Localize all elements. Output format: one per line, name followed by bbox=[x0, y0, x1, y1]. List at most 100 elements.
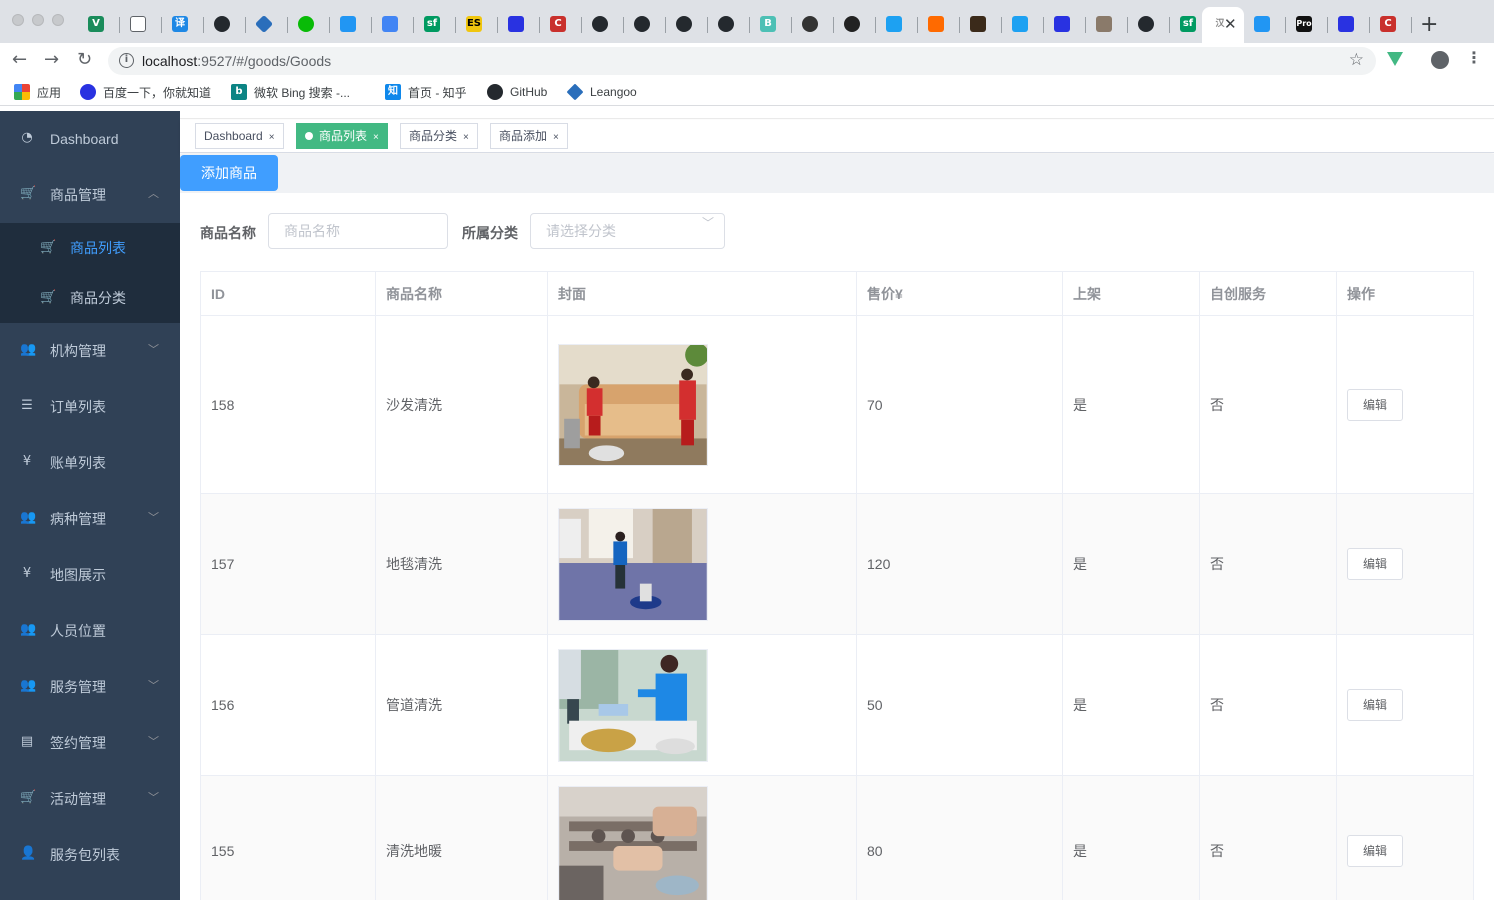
sidebar-item-bills[interactable]: ¥ 账单列表 bbox=[0, 435, 180, 491]
browser-tab[interactable] bbox=[288, 7, 330, 43]
chevron-down-icon: ﹀ bbox=[701, 216, 714, 230]
cell-actions: 编辑 bbox=[1337, 494, 1473, 634]
edit-button[interactable]: 编辑 bbox=[1347, 388, 1403, 421]
table-row: 156 管道清洗 50 是 否 编辑 bbox=[201, 635, 1473, 776]
bookmark-baidu[interactable]: 百度一下，你就知道 bbox=[80, 83, 211, 101]
sidebar-item-staff-location[interactable]: 👥 人员位置 bbox=[0, 603, 180, 659]
goods-name-input[interactable]: 商品名称 bbox=[268, 213, 448, 249]
add-goods-button[interactable]: 添加商品 bbox=[180, 155, 278, 191]
profile-icon[interactable] bbox=[1431, 51, 1449, 69]
pro-icon: Pro bbox=[1296, 16, 1312, 32]
cell-self-created: 否 bbox=[1200, 635, 1337, 775]
browser-tab[interactable] bbox=[246, 7, 288, 43]
reload-icon[interactable]: ↻ bbox=[77, 49, 92, 70]
browser-tab[interactable] bbox=[330, 7, 372, 43]
navbar bbox=[180, 111, 1494, 119]
browser-tab[interactable]: sf bbox=[414, 7, 456, 43]
bookmark-apps[interactable]: 应用 bbox=[14, 83, 61, 101]
browser-tab[interactable] bbox=[204, 7, 246, 43]
vue-devtools-icon[interactable] bbox=[1387, 52, 1403, 66]
sidebar-item-label: 商品分类 bbox=[70, 290, 126, 306]
csdn-icon: C bbox=[1380, 16, 1396, 32]
browser-tab-active[interactable]: 汉 ✕ bbox=[1202, 7, 1244, 43]
browser-tab[interactable] bbox=[792, 7, 834, 43]
forward-arrow-icon[interactable]: → bbox=[44, 49, 59, 70]
browser-tab[interactable] bbox=[666, 7, 708, 43]
browser-tab[interactable]: Pro bbox=[1286, 7, 1328, 43]
more-menu-icon[interactable]: ⋮ bbox=[1466, 48, 1482, 67]
browser-tab[interactable]: 译 bbox=[162, 7, 204, 43]
edit-button[interactable]: 编辑 bbox=[1347, 834, 1403, 867]
close-icon[interactable]: ✕ bbox=[1224, 15, 1237, 33]
sidebar-subitem-goods-list[interactable]: 🛒 商品列表 bbox=[0, 223, 180, 273]
portrait-icon bbox=[970, 16, 986, 32]
sidebar-item-contract[interactable]: ▤ 签约管理 ﹀ bbox=[0, 715, 180, 771]
close-icon[interactable]: × bbox=[269, 132, 275, 143]
browser-tab[interactable] bbox=[1328, 7, 1370, 43]
close-icon[interactable]: × bbox=[463, 132, 469, 143]
sidebar-item-label: 服务管理 bbox=[50, 679, 106, 695]
bookmark-star-icon[interactable]: ☆ bbox=[1349, 50, 1364, 70]
browser-tab[interactable] bbox=[624, 7, 666, 43]
sidebar-item-service-package[interactable]: 👤 服务包列表 bbox=[0, 827, 180, 883]
tag-goods-add[interactable]: 商品添加 × bbox=[490, 123, 568, 149]
window-minimize-button[interactable] bbox=[32, 14, 44, 26]
back-arrow-icon[interactable]: ← bbox=[12, 49, 27, 70]
bookmark-github[interactable]: GitHub bbox=[487, 83, 547, 101]
window-maximize-button[interactable] bbox=[52, 14, 64, 26]
sidebar-item-activity[interactable]: 🛒 活动管理 ﹀ bbox=[0, 771, 180, 827]
browser-tab[interactable] bbox=[708, 7, 750, 43]
browser-tab[interactable]: C bbox=[540, 7, 582, 43]
sidebar-item-goods[interactable]: 🛒 商品管理 ︿ bbox=[0, 167, 180, 223]
window-close-button[interactable] bbox=[12, 14, 24, 26]
browser-tab[interactable]: ES bbox=[456, 7, 498, 43]
close-icon[interactable]: × bbox=[553, 132, 559, 143]
new-tab-button[interactable]: + bbox=[1420, 12, 1438, 37]
sidebar-item-dashboard[interactable]: ◔ Dashboard bbox=[0, 111, 180, 167]
tag-goods-list[interactable]: 商品列表 × bbox=[296, 123, 388, 149]
browser-tab[interactable] bbox=[1244, 7, 1286, 43]
sidebar-item-org[interactable]: 👥 机构管理 ﹀ bbox=[0, 323, 180, 379]
sidebar-item-map[interactable]: ¥ 地图展示 bbox=[0, 547, 180, 603]
sidebar-item-disease[interactable]: 👥 病种管理 ﹀ bbox=[0, 491, 180, 547]
browser-tab[interactable] bbox=[372, 7, 414, 43]
info-icon[interactable]: i bbox=[119, 53, 134, 68]
browser-tab[interactable] bbox=[960, 7, 1002, 43]
chevron-down-icon: ﹀ bbox=[148, 679, 159, 692]
url-text[interactable]: localhost:9527/#/goods/Goods bbox=[142, 53, 331, 69]
tag-dashboard[interactable]: Dashboard × bbox=[195, 123, 284, 149]
people-icon: 👥 bbox=[20, 678, 37, 693]
cell-id: 158 bbox=[201, 316, 376, 493]
browser-tab[interactable] bbox=[1044, 7, 1086, 43]
browser-tab[interactable] bbox=[498, 7, 540, 43]
edit-button[interactable]: 编辑 bbox=[1347, 689, 1403, 721]
browser-tab[interactable] bbox=[1128, 7, 1170, 43]
sidebar-subitem-goods-category[interactable]: 🛒 商品分类 bbox=[0, 273, 180, 323]
edit-button[interactable]: 编辑 bbox=[1347, 548, 1403, 580]
address-bar[interactable]: i localhost:9527/#/goods/Goods ☆ bbox=[108, 47, 1376, 75]
chevron-up-icon: ︿ bbox=[148, 187, 159, 200]
tag-goods-category[interactable]: 商品分类 × bbox=[400, 123, 478, 149]
bookmark-zhihu[interactable]: 知首页 - 知乎 bbox=[385, 83, 467, 101]
sofa-cleaning-photo bbox=[558, 343, 708, 466]
chevron-down-icon: ﹀ bbox=[148, 735, 159, 748]
browser-tab[interactable]: B bbox=[750, 7, 792, 43]
column-header-name: 商品名称 bbox=[376, 272, 548, 316]
browser-tab[interactable] bbox=[120, 7, 162, 43]
browser-tab[interactable]: V bbox=[78, 7, 120, 43]
segmentfault-icon: sf bbox=[1180, 16, 1196, 32]
browser-tab[interactable] bbox=[918, 7, 960, 43]
column-header-self-created: 自创服务 bbox=[1200, 272, 1337, 316]
browser-tab[interactable] bbox=[1002, 7, 1044, 43]
category-select[interactable]: 请选择分类 ﹀ bbox=[530, 213, 725, 249]
browser-tab[interactable] bbox=[1086, 7, 1128, 43]
sidebar-item-orders[interactable]: ☰ 订单列表 bbox=[0, 379, 180, 435]
browser-tab[interactable] bbox=[834, 7, 876, 43]
close-icon[interactable]: × bbox=[373, 132, 379, 143]
browser-tab[interactable] bbox=[876, 7, 918, 43]
bookmark-leangoo[interactable]: Leangoo bbox=[566, 83, 637, 101]
browser-tab[interactable]: C bbox=[1370, 7, 1412, 43]
bookmark-bing[interactable]: b 微软 Bing 搜索 -... bbox=[231, 83, 350, 101]
sidebar-item-service[interactable]: 👥 服务管理 ﹀ bbox=[0, 659, 180, 715]
browser-tab[interactable] bbox=[582, 7, 624, 43]
